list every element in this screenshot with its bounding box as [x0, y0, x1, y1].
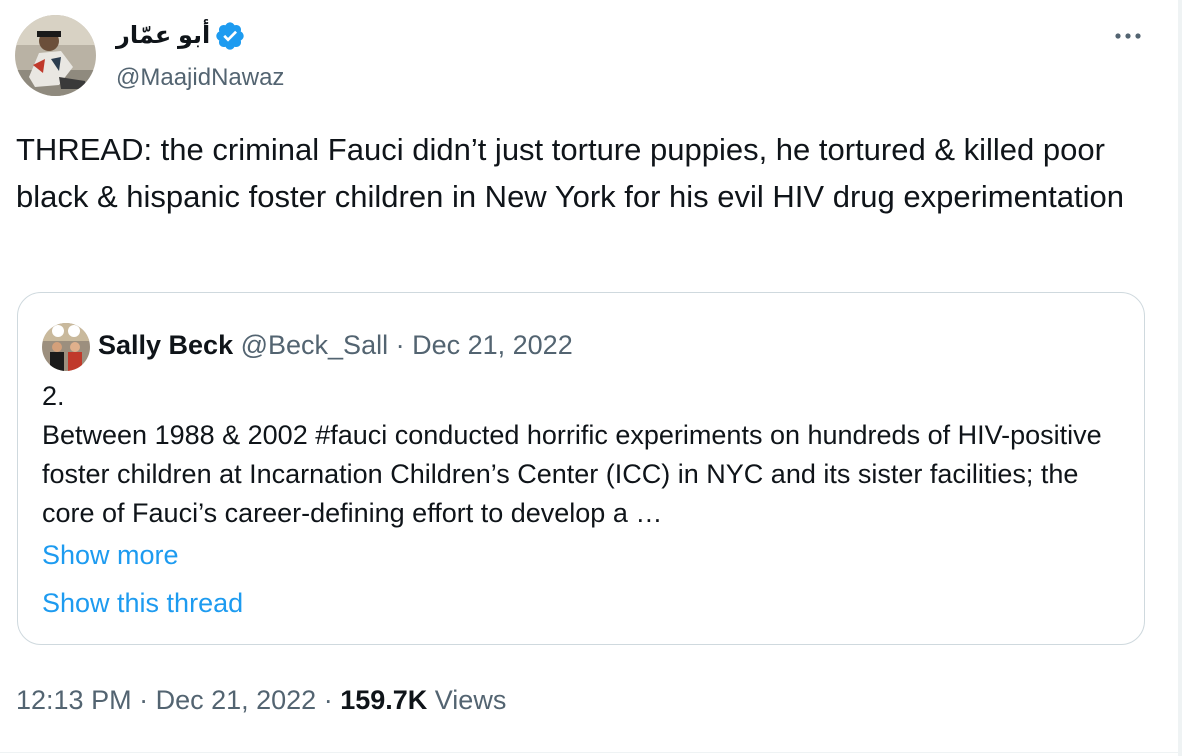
quoted-tweet-card[interactable]: Sally Beck @Beck_Sall · Dec 21, 2022 2. … [17, 292, 1145, 645]
quote-separator: · [388, 330, 413, 360]
tweet-time[interactable]: 12:13 PM [16, 685, 132, 715]
meta-separator: · [131, 685, 156, 715]
show-thread-link[interactable]: Show this thread [42, 585, 243, 621]
quote-text: Between 1988 & 2002 #fauci conducted hor… [42, 420, 1102, 528]
quote-author-name[interactable]: Sally Beck [98, 330, 233, 360]
author-name-row[interactable]: أبو عمّار [116, 18, 246, 54]
author-display-name[interactable]: أبو عمّار [116, 18, 210, 54]
verified-badge-icon[interactable] [214, 20, 246, 52]
bottom-divider [0, 752, 1178, 753]
tweet-text: THREAD: the criminal Fauci didn’t just t… [16, 132, 1124, 214]
tweet-date[interactable]: Dec 21, 2022 [156, 685, 317, 715]
more-horizontal-icon[interactable] [1110, 22, 1146, 50]
quote-thread-number: 2. [42, 381, 65, 411]
quote-date[interactable]: Dec 21, 2022 [412, 330, 573, 360]
quote-header: Sally Beck @Beck_Sall · Dec 21, 2022 [98, 327, 573, 363]
quote-body: 2. Between 1988 & 2002 #fauci conducted … [42, 377, 1122, 533]
author-avatar[interactable] [15, 15, 96, 96]
quote-author-avatar[interactable] [42, 323, 90, 371]
meta-separator: · [316, 685, 341, 715]
views-count: 159.7K [340, 685, 428, 715]
show-more-link[interactable]: Show more [42, 537, 179, 573]
tweet-meta-row: 12:13 PM · Dec 21, 2022 · 159.7K Views [16, 682, 506, 718]
quote-author-handle[interactable]: @Beck_Sall [241, 330, 388, 360]
views-label: Views [427, 685, 507, 715]
right-border [1178, 0, 1182, 756]
author-handle[interactable]: @MaajidNawaz [116, 60, 284, 96]
